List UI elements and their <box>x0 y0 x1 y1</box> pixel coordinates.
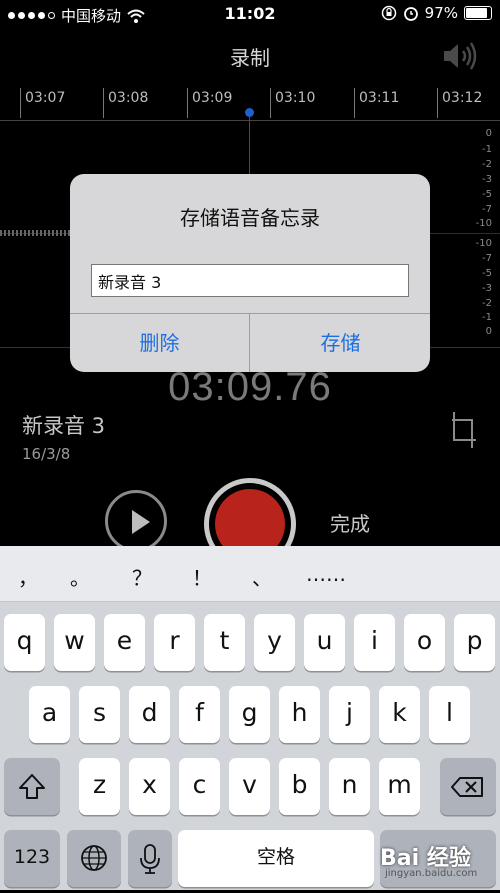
memo-name-input[interactable] <box>91 264 409 297</box>
key-l[interactable]: l <box>429 686 470 743</box>
trim-icon[interactable] <box>450 410 478 450</box>
dictation-key[interactable] <box>128 830 172 887</box>
key-n[interactable]: n <box>329 758 370 815</box>
status-right: 97% <box>381 4 492 22</box>
play-button[interactable] <box>105 490 167 552</box>
key-p[interactable]: p <box>454 614 495 671</box>
recording-name: 新录音 3 <box>22 414 106 438</box>
dialog-button-divider <box>249 313 250 372</box>
key-z[interactable]: z <box>79 758 120 815</box>
key-r[interactable]: r <box>154 614 195 671</box>
backspace-key[interactable] <box>440 758 496 815</box>
globe-key[interactable] <box>67 830 121 887</box>
recording-date: 16/3/8 <box>22 445 71 463</box>
battery-percent: 97% <box>424 4 458 22</box>
db-label: -2 <box>482 298 492 309</box>
key-k[interactable]: k <box>379 686 420 743</box>
space-key[interactable]: 空格 <box>178 830 374 887</box>
save-button[interactable]: 存储 <box>251 314 430 372</box>
db-label: -5 <box>482 268 492 279</box>
db-label: -7 <box>482 253 492 264</box>
key-i[interactable]: i <box>354 614 395 671</box>
suggestion-item[interactable]: 、 <box>252 562 272 591</box>
rotation-lock-icon <box>381 5 396 21</box>
suggestion-item[interactable]: 。 <box>70 562 90 591</box>
key-c[interactable]: c <box>179 758 220 815</box>
timeline-label: 03:10 <box>275 90 316 106</box>
db-label: -10 <box>475 218 492 229</box>
db-label: 0 <box>485 326 492 337</box>
backspace-icon <box>451 777 483 797</box>
key-d[interactable]: d <box>129 686 170 743</box>
db-label: -3 <box>482 174 492 185</box>
key-h[interactable]: h <box>279 686 320 743</box>
key-g[interactable]: g <box>229 686 270 743</box>
db-label: -1 <box>482 312 492 323</box>
done-button[interactable]: 完成 <box>330 508 370 537</box>
globe-icon <box>81 845 107 871</box>
suggestion-item[interactable]: …… <box>306 562 346 586</box>
timeline-label: 03:09 <box>192 90 233 106</box>
status-bar: 中国移动 11:02 97% <box>0 0 500 28</box>
key-w[interactable]: w <box>54 614 95 671</box>
speaker-icon[interactable] <box>440 40 480 72</box>
key-q[interactable]: q <box>4 614 45 671</box>
key-o[interactable]: o <box>404 614 445 671</box>
alarm-icon <box>403 7 418 21</box>
key-y[interactable]: y <box>254 614 295 671</box>
key-e[interactable]: e <box>104 614 145 671</box>
db-label: -5 <box>482 189 492 200</box>
db-label: -2 <box>482 159 492 170</box>
db-label: 0 <box>485 128 492 139</box>
suggestion-item[interactable]: ， <box>18 562 38 591</box>
key-a[interactable]: a <box>29 686 70 743</box>
timeline-label: 03:08 <box>108 90 149 106</box>
db-label: -7 <box>482 204 492 215</box>
timeline-label: 03:11 <box>359 90 400 106</box>
save-memo-dialog: 存储语音备忘录 删除 存储 <box>70 174 430 372</box>
suggestion-item[interactable]: ！ <box>192 562 212 591</box>
key-v[interactable]: v <box>229 758 270 815</box>
page-title: 录制 <box>230 46 270 70</box>
db-label: -10 <box>475 238 492 249</box>
db-label: -3 <box>482 283 492 294</box>
numbers-key[interactable]: 123 <box>4 830 60 887</box>
timeline-label: 03:12 <box>442 90 483 106</box>
watermark-url: jingyan.baidu.com <box>385 868 478 879</box>
db-label: -1 <box>482 144 492 155</box>
delete-button[interactable]: 删除 <box>70 314 249 372</box>
key-s[interactable]: s <box>79 686 120 743</box>
shift-icon <box>19 774 45 799</box>
key-u[interactable]: u <box>304 614 345 671</box>
key-f[interactable]: f <box>179 686 220 743</box>
key-t[interactable]: t <box>204 614 245 671</box>
key-m[interactable]: m <box>379 758 420 815</box>
key-j[interactable]: j <box>329 686 370 743</box>
timeline-label: 03:07 <box>25 90 66 106</box>
key-b[interactable]: b <box>279 758 320 815</box>
microphone-icon <box>140 844 160 874</box>
dialog-title: 存储语音备忘录 <box>180 206 320 230</box>
suggestion-item[interactable]: ？ <box>132 562 152 591</box>
shift-key[interactable] <box>4 758 60 815</box>
playhead-handle[interactable] <box>245 108 254 117</box>
battery-icon <box>464 6 492 20</box>
key-x[interactable]: x <box>129 758 170 815</box>
